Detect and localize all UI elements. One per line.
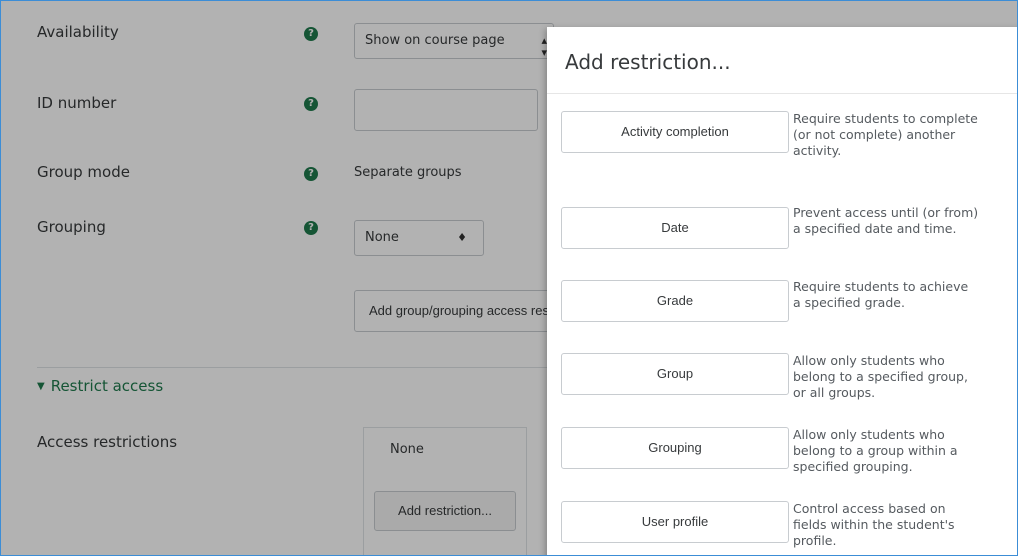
activity-completion-description: Require students to complete (or not com… — [793, 111, 978, 158]
date-button[interactable]: Date — [561, 207, 789, 249]
dialog-title: Add restriction... — [565, 50, 731, 74]
user-profile-description: Control access based on fields within th… — [793, 501, 955, 548]
add-restriction-dialog: Add restriction... Activity completion R… — [547, 27, 1017, 555]
window-frame: Availability ? Show on course page ▴ ▾ ID… — [0, 0, 1018, 556]
group-description: Allow only students who belong to a spec… — [793, 353, 968, 400]
group-button[interactable]: Group — [561, 353, 789, 395]
dialog-header-divider — [547, 93, 1017, 94]
activity-completion-button[interactable]: Activity completion — [561, 111, 789, 153]
grouping-button[interactable]: Grouping — [561, 427, 789, 469]
user-profile-button[interactable]: User profile — [561, 501, 789, 543]
grade-button[interactable]: Grade — [561, 280, 789, 322]
grade-description: Require students to achieve a specified … — [793, 279, 969, 310]
date-description: Prevent access until (or from) a specifi… — [793, 205, 979, 236]
grouping-description: Allow only students who belong to a grou… — [793, 427, 958, 474]
